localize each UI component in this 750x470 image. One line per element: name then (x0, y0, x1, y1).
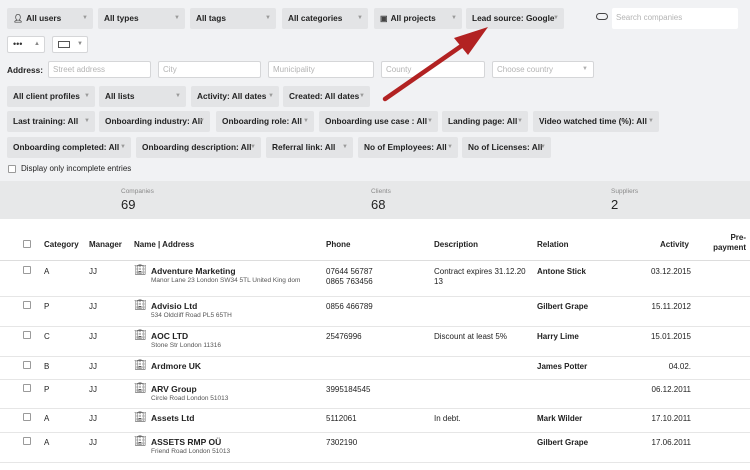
stats-bar: Companies 69 Clients 68 Suppliers 2 (0, 181, 750, 219)
row-relation[interactable]: Harry Lime (537, 332, 579, 341)
header-category[interactable]: Category (44, 240, 79, 249)
row-activity: 15.01.2015 (650, 332, 691, 341)
row-address: 534 Oldcliff Road PL5 65TH (151, 312, 232, 319)
row-address: Circle Road London 51013 (151, 395, 229, 402)
row-company-name[interactable]: Ardmore UK (151, 361, 201, 371)
row-category: B (44, 362, 50, 371)
row-checkbox[interactable] (23, 266, 31, 274)
row-checkbox[interactable] (23, 361, 31, 369)
header-phone[interactable]: Phone (326, 240, 350, 249)
row-category: A (44, 267, 50, 276)
row-checkbox[interactable] (23, 331, 31, 339)
row-phone: 0856 466789 (326, 302, 373, 311)
stat-label-suppliers: Suppliers (611, 188, 639, 195)
row-phone: 3995184545 (326, 385, 371, 394)
row-activity: 06.12.2011 (651, 385, 691, 394)
stat-value-clients: 68 (371, 197, 386, 212)
row-manager: JJ (89, 267, 97, 276)
table-row[interactable]: P JJ 🏢︎ ARV Group Circle Road London 51013 39… (0, 380, 750, 409)
row-activity: 15.11.2012 (651, 302, 691, 311)
header-description[interactable]: Description (434, 240, 478, 249)
stat-label-clients: Clients (371, 188, 391, 195)
table-row[interactable]: A JJ 🏢︎ ASSETS RMP OÜ Friend Road London 510… (0, 433, 750, 463)
header-prepayment[interactable]: Pre-payment (706, 233, 746, 253)
row-manager: JJ (89, 332, 97, 341)
table-row[interactable]: A JJ 🏢︎ Adventure Marketing Manor Lane 23 Lo… (0, 262, 750, 297)
row-phone: 25476996 (326, 332, 362, 341)
building-icon: 🏢︎ (134, 330, 147, 341)
table-row[interactable]: A JJ 🏢︎ Assets Ltd 5112061 In debt. Mark Wilde… (0, 409, 750, 433)
row-address: Manor Lane 23 London SW34 5TL United Kin… (151, 277, 301, 284)
row-description: Contract expires 31.12.20 13 (434, 267, 526, 286)
row-phone: 07644 56787 0865 763456 (326, 267, 373, 286)
stat-label-companies: Companies (121, 188, 154, 195)
row-manager: JJ (89, 438, 97, 447)
row-company-name[interactable]: Advisio Ltd (151, 301, 197, 311)
row-description: In debt. (434, 414, 461, 423)
row-activity: 04.02. (668, 362, 691, 371)
row-relation[interactable]: Gilbert Grape (537, 302, 588, 311)
row-company-name[interactable]: Assets Ltd (151, 413, 194, 423)
header-relation[interactable]: Relation (537, 240, 569, 249)
row-phone: 7302190 (326, 438, 358, 447)
building-icon: 🏢︎ (134, 383, 147, 394)
table-row[interactable]: P JJ 🏢︎ Advisio Ltd 534 Oldcliff Road PL5 65… (0, 297, 750, 327)
row-relation[interactable]: Gilbert Grape (537, 438, 588, 447)
table-row[interactable]: C JJ 🏢︎ AOC LTD Stone Str London 11316 254769… (0, 327, 750, 357)
row-manager: JJ (89, 362, 97, 371)
row-relation[interactable]: Antone Stick (537, 267, 586, 276)
table-row[interactable]: B JJ 🏢︎ Ardmore UK James Potter 04.02. (0, 357, 750, 380)
stat-value-companies: 69 (121, 197, 136, 212)
row-relation[interactable]: James Potter (537, 362, 587, 371)
row-checkbox[interactable] (23, 413, 31, 421)
select-all-checkbox[interactable] (23, 240, 31, 248)
row-checkbox[interactable] (23, 384, 31, 392)
row-checkbox[interactable] (23, 437, 31, 445)
header-activity[interactable]: Activity (660, 240, 689, 249)
row-category: P (44, 302, 50, 311)
building-icon: 🏢︎ (134, 360, 147, 371)
header-manager[interactable]: Manager (89, 240, 122, 249)
row-relation[interactable]: Mark Wilder (537, 414, 582, 423)
row-category: P (44, 385, 50, 394)
row-category: A (44, 438, 50, 447)
row-address: Stone Str London 11316 (151, 342, 221, 349)
row-category: C (44, 332, 50, 341)
building-icon: 🏢︎ (134, 265, 147, 276)
row-activity: 03.12.2015 (650, 267, 691, 276)
row-company-name[interactable]: Adventure Marketing (151, 266, 236, 276)
table-header: Category Manager Name | Address Phone De… (0, 229, 750, 261)
building-icon: 🏢︎ (134, 300, 147, 311)
row-company-name[interactable]: ASSETS RMP OÜ (151, 437, 221, 447)
row-activity: 17.06.2011 (651, 438, 691, 447)
row-company-name[interactable]: ARV Group (151, 384, 197, 394)
row-company-name[interactable]: AOC LTD (151, 331, 188, 341)
building-icon: 🏢︎ (134, 412, 147, 423)
row-phone: 5112061 (326, 414, 357, 423)
row-description: Discount at least 5% (434, 332, 507, 341)
row-category: A (44, 414, 50, 423)
row-manager: JJ (89, 414, 97, 423)
stat-value-suppliers: 2 (611, 197, 619, 212)
row-manager: JJ (89, 302, 97, 311)
row-manager: JJ (89, 385, 97, 394)
header-name[interactable]: Name | Address (134, 240, 194, 249)
building-icon: 🏢︎ (134, 436, 147, 447)
row-checkbox[interactable] (23, 301, 31, 309)
row-address: Friend Road London 51013 (151, 448, 231, 455)
row-activity: 17.10.2011 (651, 414, 691, 423)
